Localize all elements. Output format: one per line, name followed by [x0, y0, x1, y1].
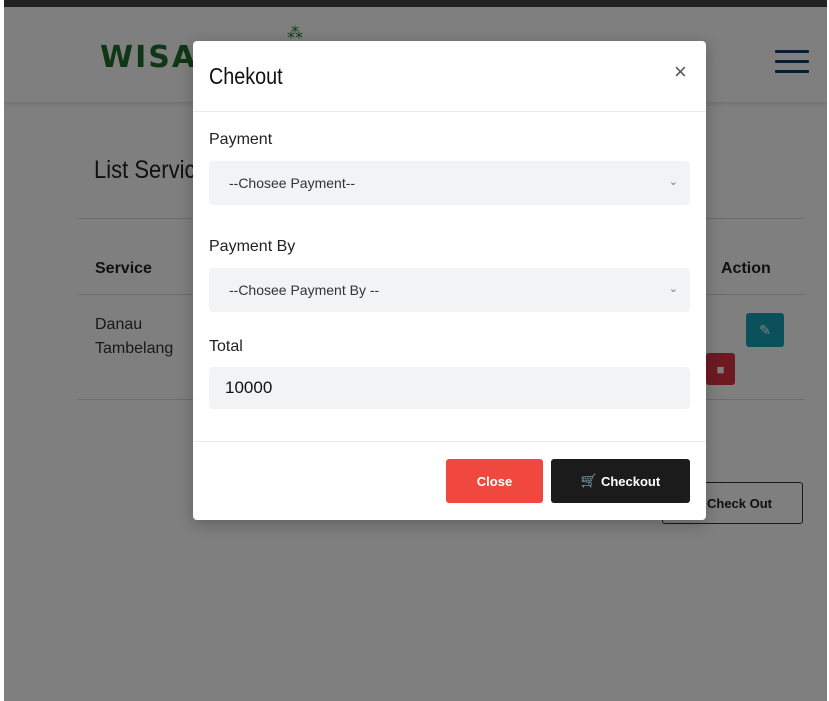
- chevron-down-icon: ⌄: [668, 176, 678, 188]
- checkout-modal: Chekout × Payment --Chosee Payment-- ⌄ P…: [193, 41, 706, 520]
- modal-footer-divider: [193, 441, 706, 442]
- checkout-button[interactable]: 🛒 Checkout: [551, 459, 690, 503]
- top-edge-bar: [0, 0, 829, 7]
- modal-title: Chekout: [209, 63, 283, 89]
- checkout-button-label: Checkout: [600, 473, 661, 489]
- close-button[interactable]: Close: [446, 459, 543, 503]
- left-edge: [0, 0, 4, 701]
- close-icon[interactable]: ×: [674, 59, 687, 85]
- payment-by-select[interactable]: --Chosee Payment By -- ⌄: [209, 268, 690, 312]
- total-input[interactable]: 10000: [209, 367, 690, 409]
- payment-by-select-value: --Chosee Payment By --: [229, 282, 380, 298]
- payment-select-value: --Chosee Payment--: [229, 175, 356, 191]
- modal-header: Chekout ×: [193, 41, 706, 112]
- payment-label: Payment: [209, 131, 273, 148]
- total-label: Total: [209, 338, 243, 355]
- payment-select[interactable]: --Chosee Payment-- ⌄: [209, 161, 690, 205]
- cart-icon: 🛒: [580, 473, 597, 488]
- payment-by-label: Payment By: [209, 238, 296, 255]
- chevron-down-icon: ⌄: [668, 283, 678, 295]
